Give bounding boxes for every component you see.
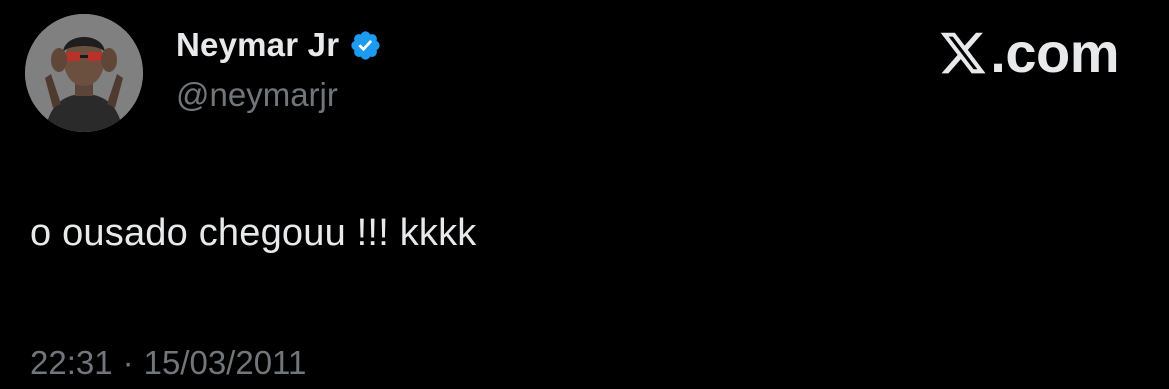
tweet-card: Neymar Jr @neymarjr .com o ousado chegou… [0,0,1169,389]
tweet-time[interactable]: 22:31 [30,344,113,382]
name-row: Neymar Jr [176,24,382,66]
handle[interactable]: @neymarjr [176,76,382,114]
tweet-text: o ousado chegouu !!! kkkk [30,212,477,254]
brand-suffix: .com [990,21,1119,84]
avatar[interactable] [25,14,143,132]
verified-badge-icon [349,29,382,62]
brand-mark: .com [938,22,1119,84]
avatar-photo [25,14,143,132]
tweet-meta: 22:31 · 15/03/2011 [30,344,306,382]
meta-separator: · [122,344,134,381]
x-logo-icon [938,28,988,78]
author-info: Neymar Jr @neymarjr [176,24,382,114]
tweet-date[interactable]: 15/03/2011 [144,344,307,382]
display-name[interactable]: Neymar Jr [176,26,339,64]
